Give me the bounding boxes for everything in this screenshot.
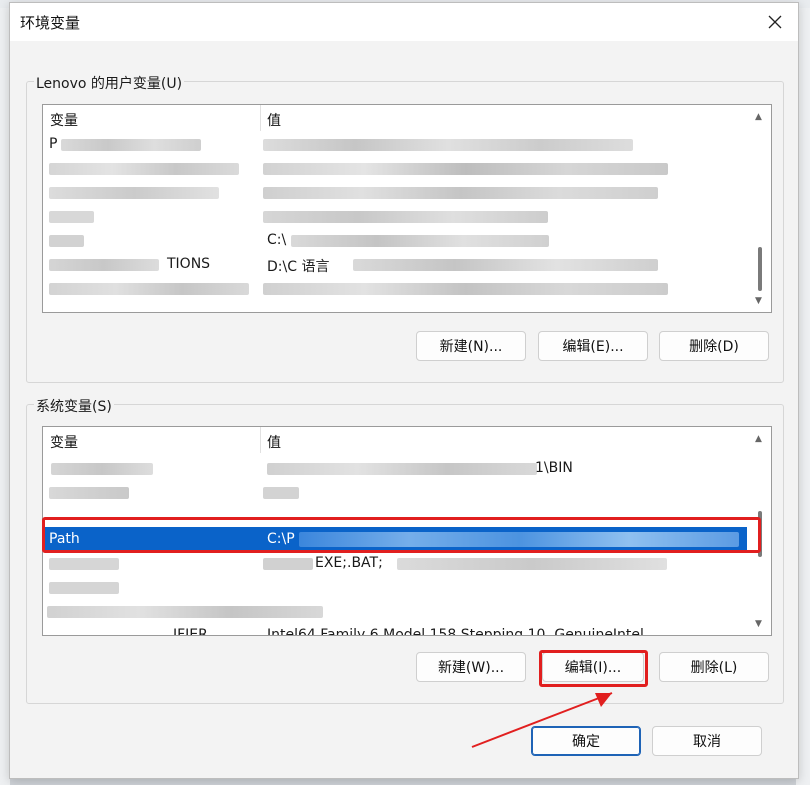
redacted-block: [49, 211, 94, 223]
redacted-block: [49, 187, 219, 199]
system-row-value: EXE;.BAT;: [315, 555, 383, 571]
redacted-block: [263, 211, 548, 223]
annotation-highlight-path: [42, 517, 761, 553]
redacted-block: [353, 259, 658, 271]
scroll-up-icon[interactable]: ▲: [755, 435, 762, 444]
user-edit-button[interactable]: 编辑(E)...: [538, 331, 648, 361]
redacted-block: [263, 187, 658, 199]
system-row-value: Intel64 Family 6 Model 158 Stepping 10, …: [267, 627, 644, 636]
user-row-name: P: [49, 136, 58, 152]
user-list-header: 变量 值: [43, 105, 771, 132]
scroll-up-icon[interactable]: ▲: [755, 113, 762, 122]
redacted-block: [49, 235, 84, 247]
system-row-value: 1\BIN: [535, 460, 573, 476]
user-list-scrollbar[interactable]: ▲ ▼: [755, 109, 763, 307]
redacted-block: [291, 235, 549, 247]
user-row-5[interactable]: TIONS D:\C 语言: [43, 253, 747, 277]
system-new-button[interactable]: 新建(W)...: [416, 652, 526, 682]
user-row-value: D:\C 语言: [267, 259, 330, 275]
redacted-block: [263, 283, 668, 295]
user-row-name: TIONS: [167, 256, 211, 272]
redacted-block: [263, 163, 668, 175]
user-row-0[interactable]: P: [43, 133, 747, 157]
user-row-value: C:\: [267, 232, 287, 248]
scroll-down-icon[interactable]: ▼: [755, 620, 762, 629]
user-row-4[interactable]: C:\: [43, 229, 747, 253]
scroll-down-icon[interactable]: ▼: [755, 297, 762, 306]
redacted-block: [49, 582, 119, 594]
system-row-1[interactable]: [43, 481, 747, 505]
redacted-block: [263, 558, 313, 570]
title-bar: 环境变量: [10, 3, 798, 41]
user-row-2[interactable]: [43, 181, 747, 205]
redacted-block: [47, 606, 323, 618]
system-column-name[interactable]: 变量: [50, 432, 78, 452]
ok-button[interactable]: 确定: [531, 726, 641, 756]
redacted-block: [51, 463, 153, 475]
system-list-header: 变量 值: [43, 427, 771, 454]
cancel-button[interactable]: 取消: [652, 726, 762, 756]
redacted-block: [49, 163, 239, 175]
annotation-highlight-edit: [539, 650, 648, 687]
redacted-block: [263, 487, 299, 499]
redacted-block: [61, 139, 201, 151]
close-icon: [768, 15, 782, 29]
user-new-button[interactable]: 新建(N)...: [416, 331, 526, 361]
redacted-block: [49, 558, 119, 570]
dialog-title: 环境变量: [20, 14, 81, 32]
user-variables-label: Lenovo 的用户变量(U): [34, 73, 185, 93]
user-row-3[interactable]: [43, 205, 747, 229]
system-variables-label: 系统变量(S): [34, 396, 114, 416]
system-column-value[interactable]: 值: [267, 432, 281, 452]
system-row-3[interactable]: EXE;.BAT;: [43, 552, 747, 576]
system-row-5[interactable]: [43, 600, 747, 624]
user-variables-list[interactable]: 变量 值 P C:\ TIONS D:\C 语言 ▲ ▼: [42, 104, 772, 313]
redacted-block: [397, 558, 667, 570]
user-delete-button[interactable]: 删除(D): [659, 331, 769, 361]
system-row-6[interactable]: IFIER Intel64 Family 6 Model 158 Steppin…: [43, 624, 747, 636]
system-column-divider[interactable]: [260, 427, 261, 453]
user-column-name[interactable]: 变量: [50, 110, 78, 130]
close-button[interactable]: [760, 7, 790, 37]
system-row-0[interactable]: 1\BIN: [43, 457, 747, 481]
user-scroll-thumb[interactable]: [758, 247, 762, 291]
user-column-value[interactable]: 值: [267, 110, 281, 130]
redacted-block: [263, 139, 633, 151]
redacted-block: [49, 259, 159, 271]
redacted-block: [49, 283, 249, 295]
environment-variables-dialog: 环境变量 Lenovo 的用户变量(U) 变量 值 P C:\ TIONS D:…: [9, 2, 799, 779]
system-row-4[interactable]: [43, 576, 747, 600]
system-delete-button[interactable]: 删除(L): [659, 652, 769, 682]
user-row-6[interactable]: [43, 277, 747, 301]
user-column-divider[interactable]: [260, 105, 261, 131]
system-row-name: IFIER: [173, 627, 208, 636]
redacted-block: [49, 487, 129, 499]
redacted-block: [267, 463, 537, 475]
user-row-1[interactable]: [43, 157, 747, 181]
